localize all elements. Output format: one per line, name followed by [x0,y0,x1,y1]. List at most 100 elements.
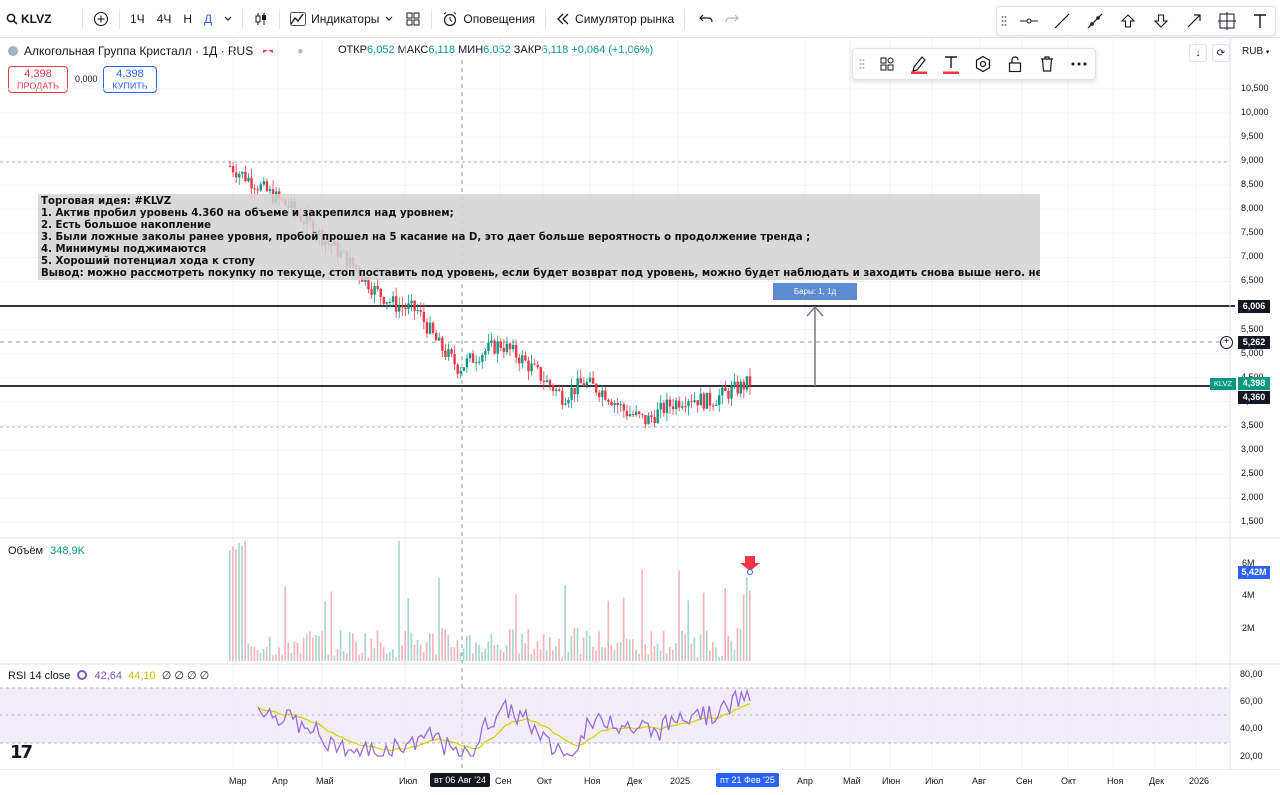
candle-body [730,386,733,399]
candle-body [733,381,736,387]
arrow-up-icon[interactable] [1112,7,1143,35]
volume-bar [349,632,351,661]
indicators-icon [290,11,307,26]
time-label: Апр [797,776,813,786]
volume-bar [585,630,588,661]
volume-bar [570,635,573,661]
volume-bar [302,637,305,661]
candle-body [247,177,250,182]
volume-bar [564,585,566,661]
candle-body [511,344,515,350]
chevron-down-icon: ▾ [1265,49,1270,56]
volume-bar [382,646,385,661]
volume-bar [699,634,702,661]
rsi-extra: ∅ ∅ ∅ ∅ [161,670,210,682]
divider [279,8,281,29]
timeframe-day[interactable]: Д [198,0,218,38]
candle-body [265,181,269,191]
more-icon[interactable] [1063,49,1095,79]
volume-bar [444,629,446,661]
timeframe-4h[interactable]: 4Ч [151,0,178,38]
trend-line-icon[interactable] [1046,7,1077,35]
trash-icon[interactable] [1031,49,1063,79]
candle-body [551,385,555,392]
candle-body [471,353,475,363]
chart-type-button[interactable] [247,0,275,38]
add-alert-icon[interactable]: + [1220,336,1233,349]
settings-icon[interactable] [77,670,88,680]
drag-handle-icon[interactable] [853,49,871,79]
volume-bar [512,629,514,661]
templates-icon[interactable] [871,49,903,79]
text-color-icon[interactable] [935,49,967,79]
volume-bar [527,628,530,661]
tradingview-logo[interactable]: 17 [10,742,33,763]
candle-body [582,383,586,386]
reset-button[interactable]: ⟳ [1212,44,1230,62]
time-label: Дек [1149,776,1165,786]
candle-body [674,400,678,410]
candle-body [459,370,462,374]
volume-bar [724,587,726,661]
volume-bar [238,542,240,661]
candle-body [521,355,524,364]
compare-button[interactable] [87,0,115,38]
symbol-search[interactable]: KLVZ [0,0,78,38]
volume-bar [665,653,668,661]
volume-bar [478,644,480,661]
currency-selector[interactable]: RUB ▾ [1242,46,1269,57]
volume-bar [530,654,533,661]
volume-bar [422,652,425,661]
horizontal-ray-icon[interactable] [1013,7,1044,35]
alerts-button[interactable]: Оповещения [436,0,541,38]
chart-canvas[interactable] [0,38,1280,770]
volume-bar [598,631,600,661]
volume-bar [493,645,496,661]
templates-button[interactable] [399,0,427,38]
arrow-marker-icon[interactable] [1178,7,1209,35]
volume-bar [432,633,434,661]
volume-bar [552,650,554,661]
replay-button[interactable]: Симулятор рынка [550,0,680,38]
candle-body [718,395,721,405]
ray-icon[interactable] [1079,7,1110,35]
text-tool-icon[interactable] [1244,7,1275,35]
timeframe-1h[interactable]: 1Ч [124,0,151,38]
volume-bar [733,649,736,661]
candle-body [656,409,659,424]
undo-button[interactable] [693,0,719,38]
volume-bar [558,638,560,661]
candle-body [508,343,512,350]
settings-icon[interactable] [967,49,999,79]
volume-bar [545,650,548,661]
candle-body [250,177,253,189]
currency-label: RUB [1242,46,1264,57]
measure-icon[interactable] [1211,7,1242,35]
candle-body [441,337,444,351]
volume-bar [284,586,286,661]
indicators-button[interactable]: Индикаторы [284,0,399,38]
search-icon [6,13,18,25]
lock-icon[interactable] [999,49,1031,79]
candle-body [425,321,429,334]
pencil-color-icon[interactable] [903,49,935,79]
candle-body [505,343,509,353]
timeframe-dropdown[interactable] [218,0,238,38]
candle-body [576,378,579,395]
time-label: Июл [399,776,418,786]
redo-button[interactable] [719,0,745,38]
candle-body [401,306,404,308]
drag-handle-icon[interactable] [997,7,1011,35]
arrow-down-icon[interactable] [1145,7,1176,35]
candle-body [450,349,453,355]
rsi-legend: RSI 14 close 42,64 44,10 ∅ ∅ ∅ ∅ [8,669,209,682]
volume-bar [416,640,419,661]
time-axis[interactable]: Мар Апр Май Июл Сен Окт Ноя Дек 2025 Апр… [0,770,1230,795]
volume-bar [509,629,511,661]
time-label: Сен [1016,776,1033,786]
scroll-down-button[interactable]: ↓ [1189,44,1207,62]
idea-note[interactable]: Торговая идея: #KLVZ 1. Актив пробил уро… [38,194,1040,280]
volume-bar [705,630,708,661]
timeframe-week[interactable]: Н [177,0,198,38]
candle-body [478,361,481,363]
